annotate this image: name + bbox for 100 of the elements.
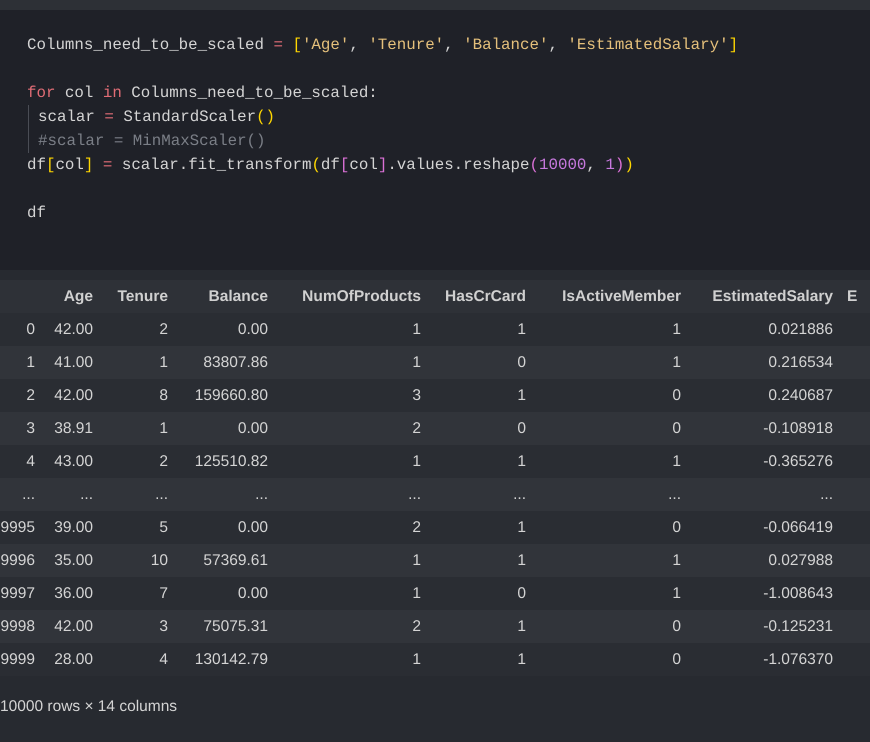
table-cell: 1 <box>672 320 681 338</box>
table-cell: ... <box>80 486 93 502</box>
table-cell: 1 <box>517 452 526 470</box>
table-cell: 10 <box>150 552 168 568</box>
table-cell: 1 <box>412 354 421 370</box>
row-index: 9995 <box>0 518 35 536</box>
table-cell: 1 <box>412 584 421 602</box>
table-cell: ... <box>513 486 526 502</box>
table-cell: 0 <box>672 618 681 634</box>
table-cell: 1 <box>517 518 526 536</box>
table-cell: ... <box>820 486 833 502</box>
table-cell: 2 <box>159 452 168 470</box>
row-index: 9998 <box>0 618 35 634</box>
table-cell: 1 <box>672 354 681 370</box>
table-cell: 1 <box>672 552 681 568</box>
column-header: HasCrCard <box>445 288 526 304</box>
table-cell: 159660.80 <box>194 386 268 404</box>
column-header: NumOfProducts <box>302 288 421 304</box>
table-cell: ... <box>408 486 421 502</box>
table-cell: -0.108918 <box>763 420 833 436</box>
table-cell: 1 <box>517 650 526 668</box>
table-cell: 57369.61 <box>203 552 268 568</box>
table-cell: 0 <box>517 420 526 436</box>
code-line: Columns_need_to_be_scaled = ['Age', 'Tenure', 'Balance', 'EstimatedSalary'] <box>27 35 738 56</box>
table-cell: 42.00 <box>54 618 93 634</box>
table-cell: ... <box>155 486 168 502</box>
table-cell: 0 <box>517 584 526 602</box>
table-cell: 42.00 <box>54 386 93 404</box>
code-line: #scalar = MinMaxScaler() <box>38 131 266 152</box>
row-index: 3 <box>26 420 35 436</box>
code-line: df[col] = scalar.fit_transform(df[col].values.reshape(10000, 1)) <box>27 155 634 176</box>
row-index: 2 <box>26 386 35 404</box>
code-line: scalar = StandardScaler() <box>38 107 276 128</box>
table-cell: 1 <box>517 552 526 568</box>
table-cell: 1 <box>412 452 421 470</box>
table-cell: 8 <box>159 386 168 404</box>
table-cell: 1 <box>412 552 421 568</box>
table-cell: 41.00 <box>54 354 93 370</box>
table-cell: 38.91 <box>54 420 93 436</box>
table-cell: 5 <box>159 518 168 536</box>
table-cell: 3 <box>412 386 421 404</box>
table-cell: -0.365276 <box>763 452 833 470</box>
column-header: IsActiveMember <box>562 288 681 304</box>
row-index: 9997 <box>0 584 35 602</box>
column-header: Balance <box>208 288 268 304</box>
row-index: 0 <box>26 320 35 338</box>
table-cell: 0.216534 <box>768 354 833 370</box>
table-cell: 1 <box>159 354 168 370</box>
row-index: 4 <box>26 452 35 470</box>
table-cell: -0.066419 <box>763 518 833 536</box>
column-header: E <box>847 288 858 304</box>
table-cell: 43.00 <box>54 452 93 470</box>
table-cell: 0.00 <box>238 320 268 338</box>
table-cell: 0 <box>672 420 681 436</box>
table-summary: 10000 rows × 14 columns <box>0 698 178 716</box>
table-cell: 1 <box>672 584 681 602</box>
table-cell: 0.00 <box>238 420 268 436</box>
table-cell: 125510.82 <box>194 452 268 470</box>
table-cell: -0.125231 <box>763 618 833 634</box>
table-cell: 4 <box>159 650 168 668</box>
table-cell: 0.240687 <box>768 386 833 404</box>
table-cell: 39.00 <box>54 518 93 536</box>
row-index: ... <box>22 486 35 502</box>
table-cell: 42.00 <box>54 320 93 338</box>
table-cell: 0.021886 <box>768 320 833 338</box>
code-line: for col in Columns_need_to_be_scaled: <box>27 83 378 104</box>
code-line: df <box>27 203 46 224</box>
table-cell: 0.00 <box>238 518 268 536</box>
table-cell: -1.076370 <box>763 650 833 668</box>
table-cell: 2 <box>159 320 168 338</box>
table-cell: 83807.86 <box>203 354 268 370</box>
column-header: EstimatedSalary <box>712 288 833 304</box>
table-cell: 1 <box>517 618 526 634</box>
table-cell: 36.00 <box>54 584 93 602</box>
table-cell: 0 <box>672 518 681 536</box>
table-cell: 0 <box>672 386 681 404</box>
table-cell: 28.00 <box>54 650 93 668</box>
table-cell: 130142.79 <box>194 650 268 668</box>
column-header: Age <box>64 288 93 304</box>
table-cell: 2 <box>412 420 421 436</box>
table-cell: 1 <box>517 320 526 338</box>
table-cell: 3 <box>159 618 168 634</box>
column-header: Tenure <box>117 288 168 304</box>
table-cell: 0.027988 <box>768 552 833 568</box>
table-cell: 2 <box>412 618 421 634</box>
table-cell: -1.008643 <box>763 584 833 602</box>
table-cell: 1 <box>159 420 168 436</box>
table-cell: 35.00 <box>54 552 93 568</box>
table-cell: 0.00 <box>238 584 268 602</box>
table-cell: ... <box>668 486 681 502</box>
row-index: 1 <box>26 354 35 370</box>
row-index: 9996 <box>0 552 35 568</box>
code-editor[interactable] <box>0 10 870 270</box>
table-cell: 75075.31 <box>203 618 268 634</box>
table-cell: 2 <box>412 518 421 536</box>
table-cell: ... <box>255 486 268 502</box>
table-cell: 7 <box>159 584 168 602</box>
table-cell: 1 <box>672 452 681 470</box>
table-cell: 0 <box>517 354 526 370</box>
table-cell: 1 <box>517 386 526 404</box>
